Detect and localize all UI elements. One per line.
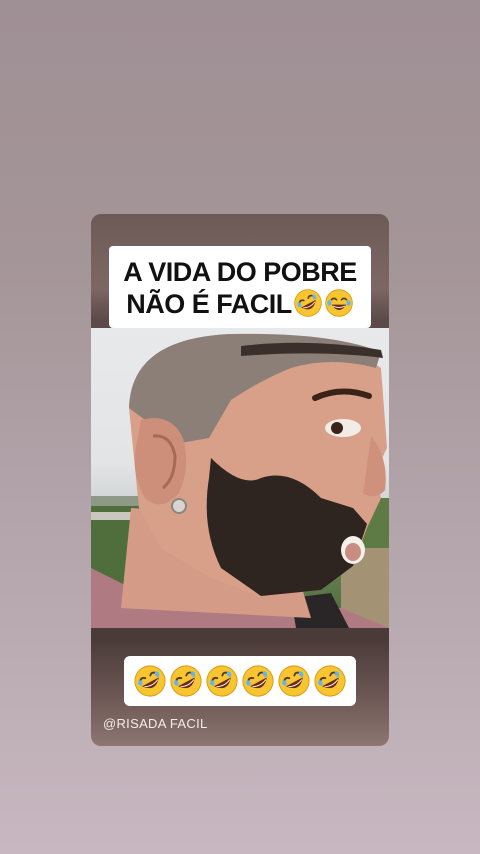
rolling-on-floor-laughing-emoji-icon bbox=[241, 664, 275, 698]
rolling-on-floor-laughing-emoji-icon bbox=[133, 664, 167, 698]
rolling-on-floor-laughing-emoji-icon bbox=[277, 664, 311, 698]
watermark-handle: @RISADA FACIL bbox=[103, 716, 208, 731]
video-still-man-profile bbox=[91, 333, 389, 628]
title-line-2: NÃO É FACIL bbox=[126, 289, 292, 319]
rolling-on-floor-laughing-emoji-icon bbox=[205, 664, 239, 698]
title-line-1: A VIDA DO POBRE bbox=[123, 257, 357, 287]
rolling-on-floor-laughing-emoji-icon bbox=[313, 664, 347, 698]
title-caption-box: A VIDA DO POBRE NÃO É FACIL bbox=[109, 246, 371, 328]
rolling-on-floor-laughing-emoji-icon bbox=[293, 288, 323, 318]
emoji-caption-box bbox=[124, 656, 356, 706]
story-viewer-background: { "post": { "title_line1": "A VIDA DO PO… bbox=[0, 0, 480, 854]
video-frame[interactable] bbox=[91, 328, 389, 628]
rolling-on-floor-laughing-emoji-icon bbox=[169, 664, 203, 698]
face-with-tears-of-joy-emoji-icon bbox=[324, 288, 354, 318]
story-card[interactable]: A VIDA DO POBRE NÃO É FACIL @RISADA FACI… bbox=[91, 214, 389, 746]
title-line-2-wrapper: NÃO É FACIL bbox=[117, 288, 363, 320]
